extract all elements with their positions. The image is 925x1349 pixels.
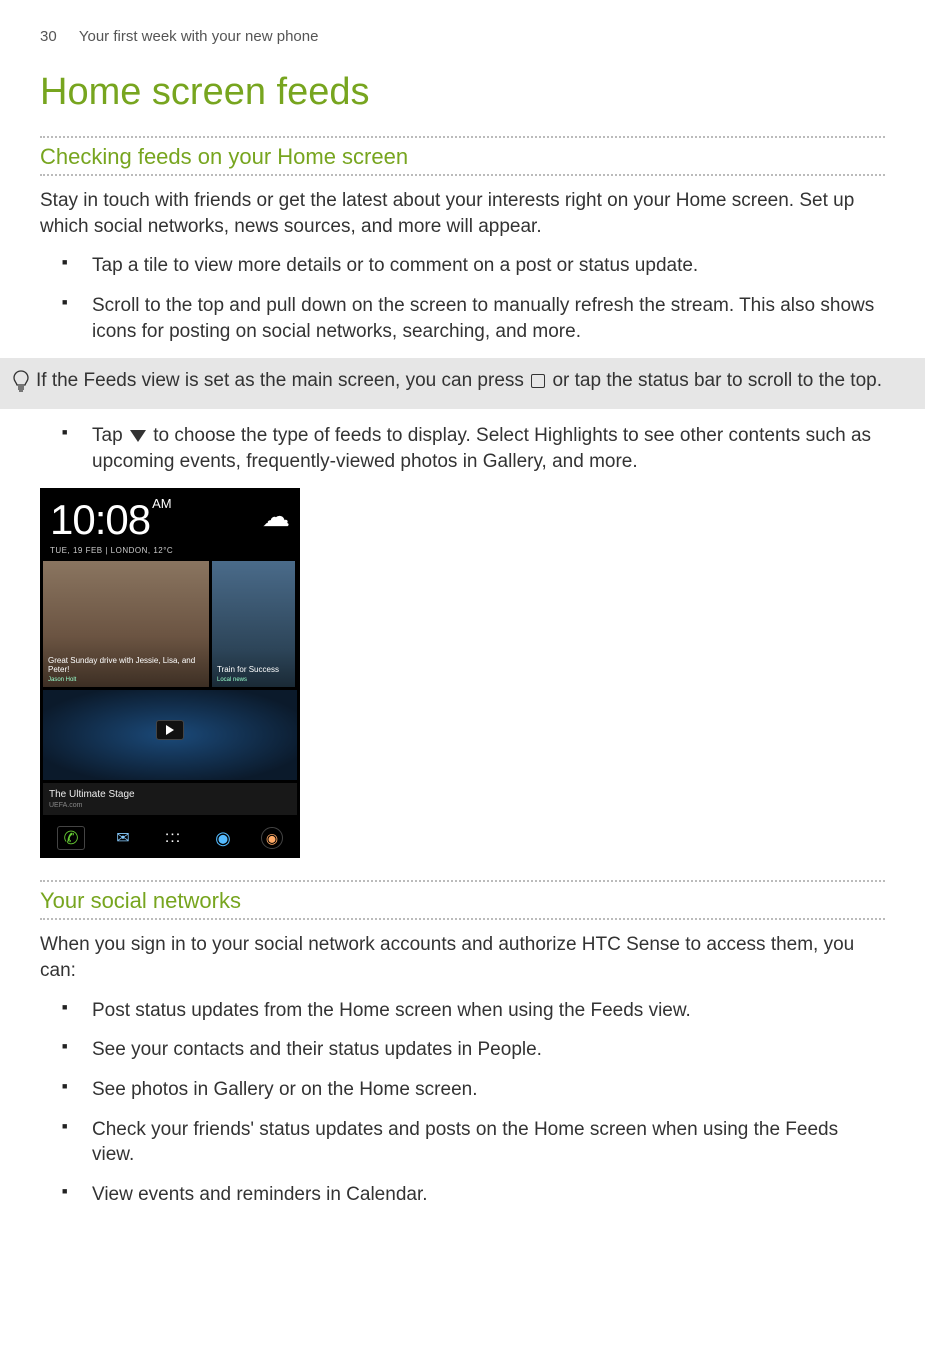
section1-bullets-a: Tap a tile to view more details or to co… [40,253,885,344]
tip-callout: If the Feeds view is set as the main scr… [0,358,925,409]
list-item: Tap a tile to view more details or to co… [86,253,885,279]
screenshot-ampm: AM [152,496,172,511]
tip-text: If the Feeds view is set as the main scr… [36,368,915,394]
list-item: Tap to choose the type of feeds to displ… [86,423,885,474]
divider [40,174,885,176]
list-item: Scroll to the top and pull down on the s… [86,293,885,344]
section2-bullets: Post status updates from the Home screen… [40,998,885,1208]
list-item: See your contacts and their status updat… [86,1037,885,1063]
bullet-b-post: to choose the type of feeds to display. … [92,425,871,472]
page-number: 30 [40,28,57,45]
phone-icon: ✆ [57,826,85,850]
tile2-caption: Train for Success [217,665,279,674]
feed-video-tile [43,690,297,780]
tile3-sub: UEFA.com [49,802,291,809]
tip-text-pre: If the Feeds view is set as the main scr… [36,370,529,391]
bullet-b-pre: Tap [92,425,128,446]
browser-icon: ◉ [211,826,235,850]
play-icon [156,720,184,740]
apps-grid-icon: ::: [161,826,185,850]
screenshot-navbar: ✆ ✉ ::: ◉ ◉ [40,818,300,858]
chapter-title: Your first week with your new phone [79,28,319,45]
tile1-caption: Great Sunday drive with Jessie, Lisa, an… [48,656,195,674]
message-icon: ✉ [111,826,135,850]
dropdown-icon [130,430,146,442]
screenshot-date: TUE, 19 FEB | LONDON, 12°C [50,546,290,555]
section2-intro: When you sign in to your social network … [40,932,885,983]
tip-text-post: or tap the status bar to scroll to the t… [552,370,882,391]
list-item: Check your friends' status updates and p… [86,1117,885,1168]
feed-footer-tile: The Ultimate Stage UEFA.com [43,783,297,815]
screenshot-time: 10:08 [50,496,150,543]
lightbulb-icon [6,368,36,399]
page-title: Home screen feeds [40,71,885,114]
section-heading-checking-feeds: Checking feeds on your Home screen [40,138,885,174]
feed-tile: Train for Success Local news [212,561,295,687]
section1-intro: Stay in touch with friends or get the la… [40,188,885,239]
feed-tile: Great Sunday drive with Jessie, Lisa, an… [43,561,209,687]
home-button-icon [531,374,545,388]
tile1-sub: Jason Holt [48,677,204,684]
page-header: 30 Your first week with your new phone [40,28,885,45]
section1-bullets-b: Tap to choose the type of feeds to displ… [40,423,885,474]
phone-screenshot: 10:08AM ☁ TUE, 19 FEB | LONDON, 12°C Gre… [40,488,300,858]
divider [40,918,885,920]
list-item: Post status updates from the Home screen… [86,998,885,1024]
tile3-title: The Ultimate Stage [49,789,135,800]
camera-icon: ◉ [261,827,283,849]
list-item: View events and reminders in Calendar. [86,1182,885,1208]
tile2-sub: Local news [217,677,290,684]
weather-icon: ☁ [262,496,290,533]
section-heading-social-networks: Your social networks [40,882,885,918]
list-item: See photos in Gallery or on the Home scr… [86,1077,885,1103]
